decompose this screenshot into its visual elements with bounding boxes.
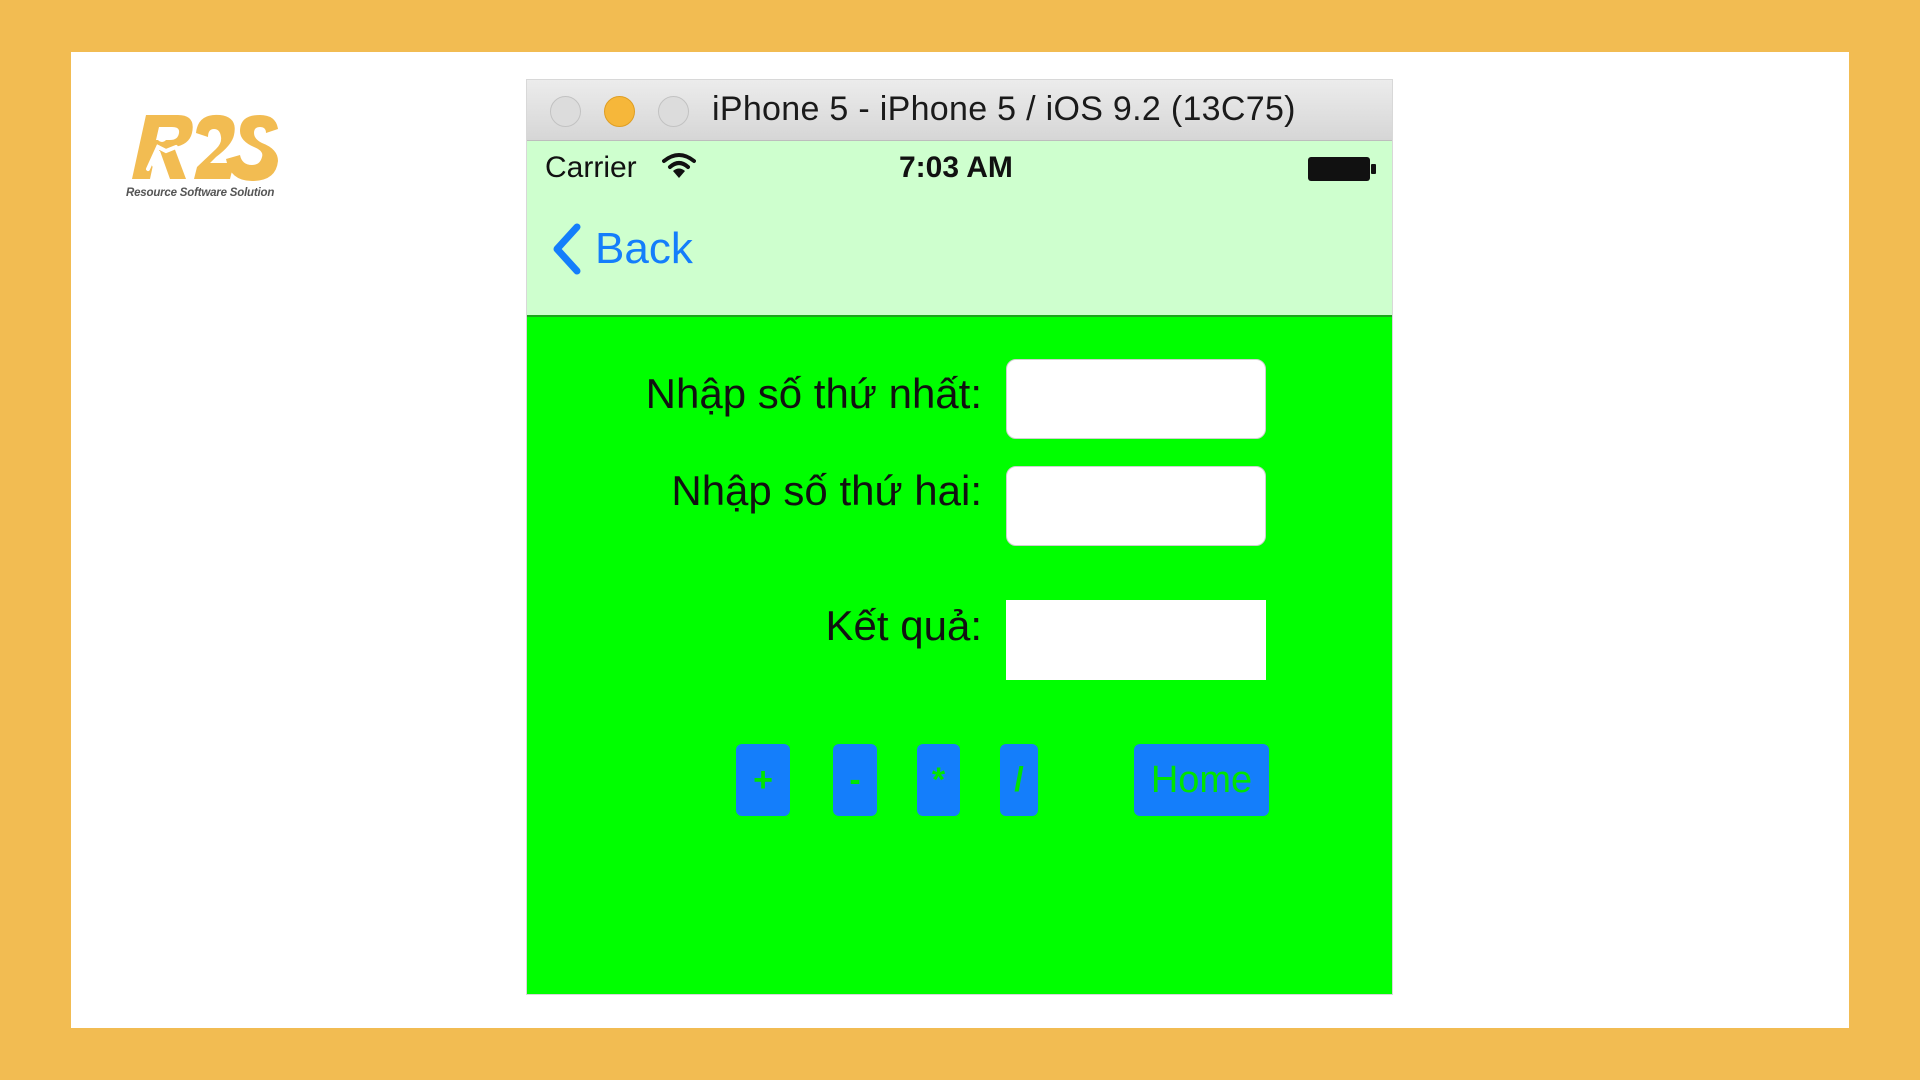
battery-icon (1308, 157, 1376, 181)
simulator-window-title: iPhone 5 - iPhone 5 / iOS 9.2 (13C75) (712, 90, 1296, 128)
window-close-button[interactable] (550, 96, 581, 127)
r2s-logo: Resource Software Solution (126, 107, 286, 207)
first-number-input[interactable] (1006, 359, 1266, 439)
status-carrier: Carrier (545, 151, 637, 184)
second-number-input[interactable] (1006, 466, 1266, 546)
subtract-button[interactable]: - (833, 744, 877, 816)
second-number-label: Nhập số thứ hai: (671, 467, 982, 514)
back-button[interactable]: Back (547, 219, 693, 279)
simulator-titlebar: iPhone 5 - iPhone 5 / iOS 9.2 (13C75) (527, 80, 1392, 141)
r2s-logo-mark (132, 114, 278, 181)
multiply-button[interactable]: * (917, 744, 960, 816)
first-number-label: Nhập số thứ nhất: (645, 370, 982, 417)
back-button-label: Back (595, 224, 693, 273)
window-maximize-button[interactable] (658, 96, 689, 127)
add-button[interactable]: + (736, 744, 790, 816)
window-minimize-button[interactable] (604, 96, 635, 127)
wifi-icon (662, 153, 696, 178)
status-time: 7:03 AM (899, 151, 1013, 184)
result-label: Kết quả: (825, 602, 982, 649)
divide-button[interactable]: / (1000, 744, 1038, 816)
result-field (1006, 600, 1266, 680)
ios-simulator-window: iPhone 5 - iPhone 5 / iOS 9.2 (13C75) Ca… (527, 80, 1392, 994)
home-button[interactable]: Home (1134, 744, 1269, 816)
navigation-bar: Carrier 7:03 AM Back (527, 141, 1392, 317)
chevron-left-icon (553, 223, 581, 275)
slide: Resource Software Solution iPhone 5 - iP… (71, 52, 1849, 1028)
logo-tagline: Resource Software Solution (126, 187, 275, 199)
